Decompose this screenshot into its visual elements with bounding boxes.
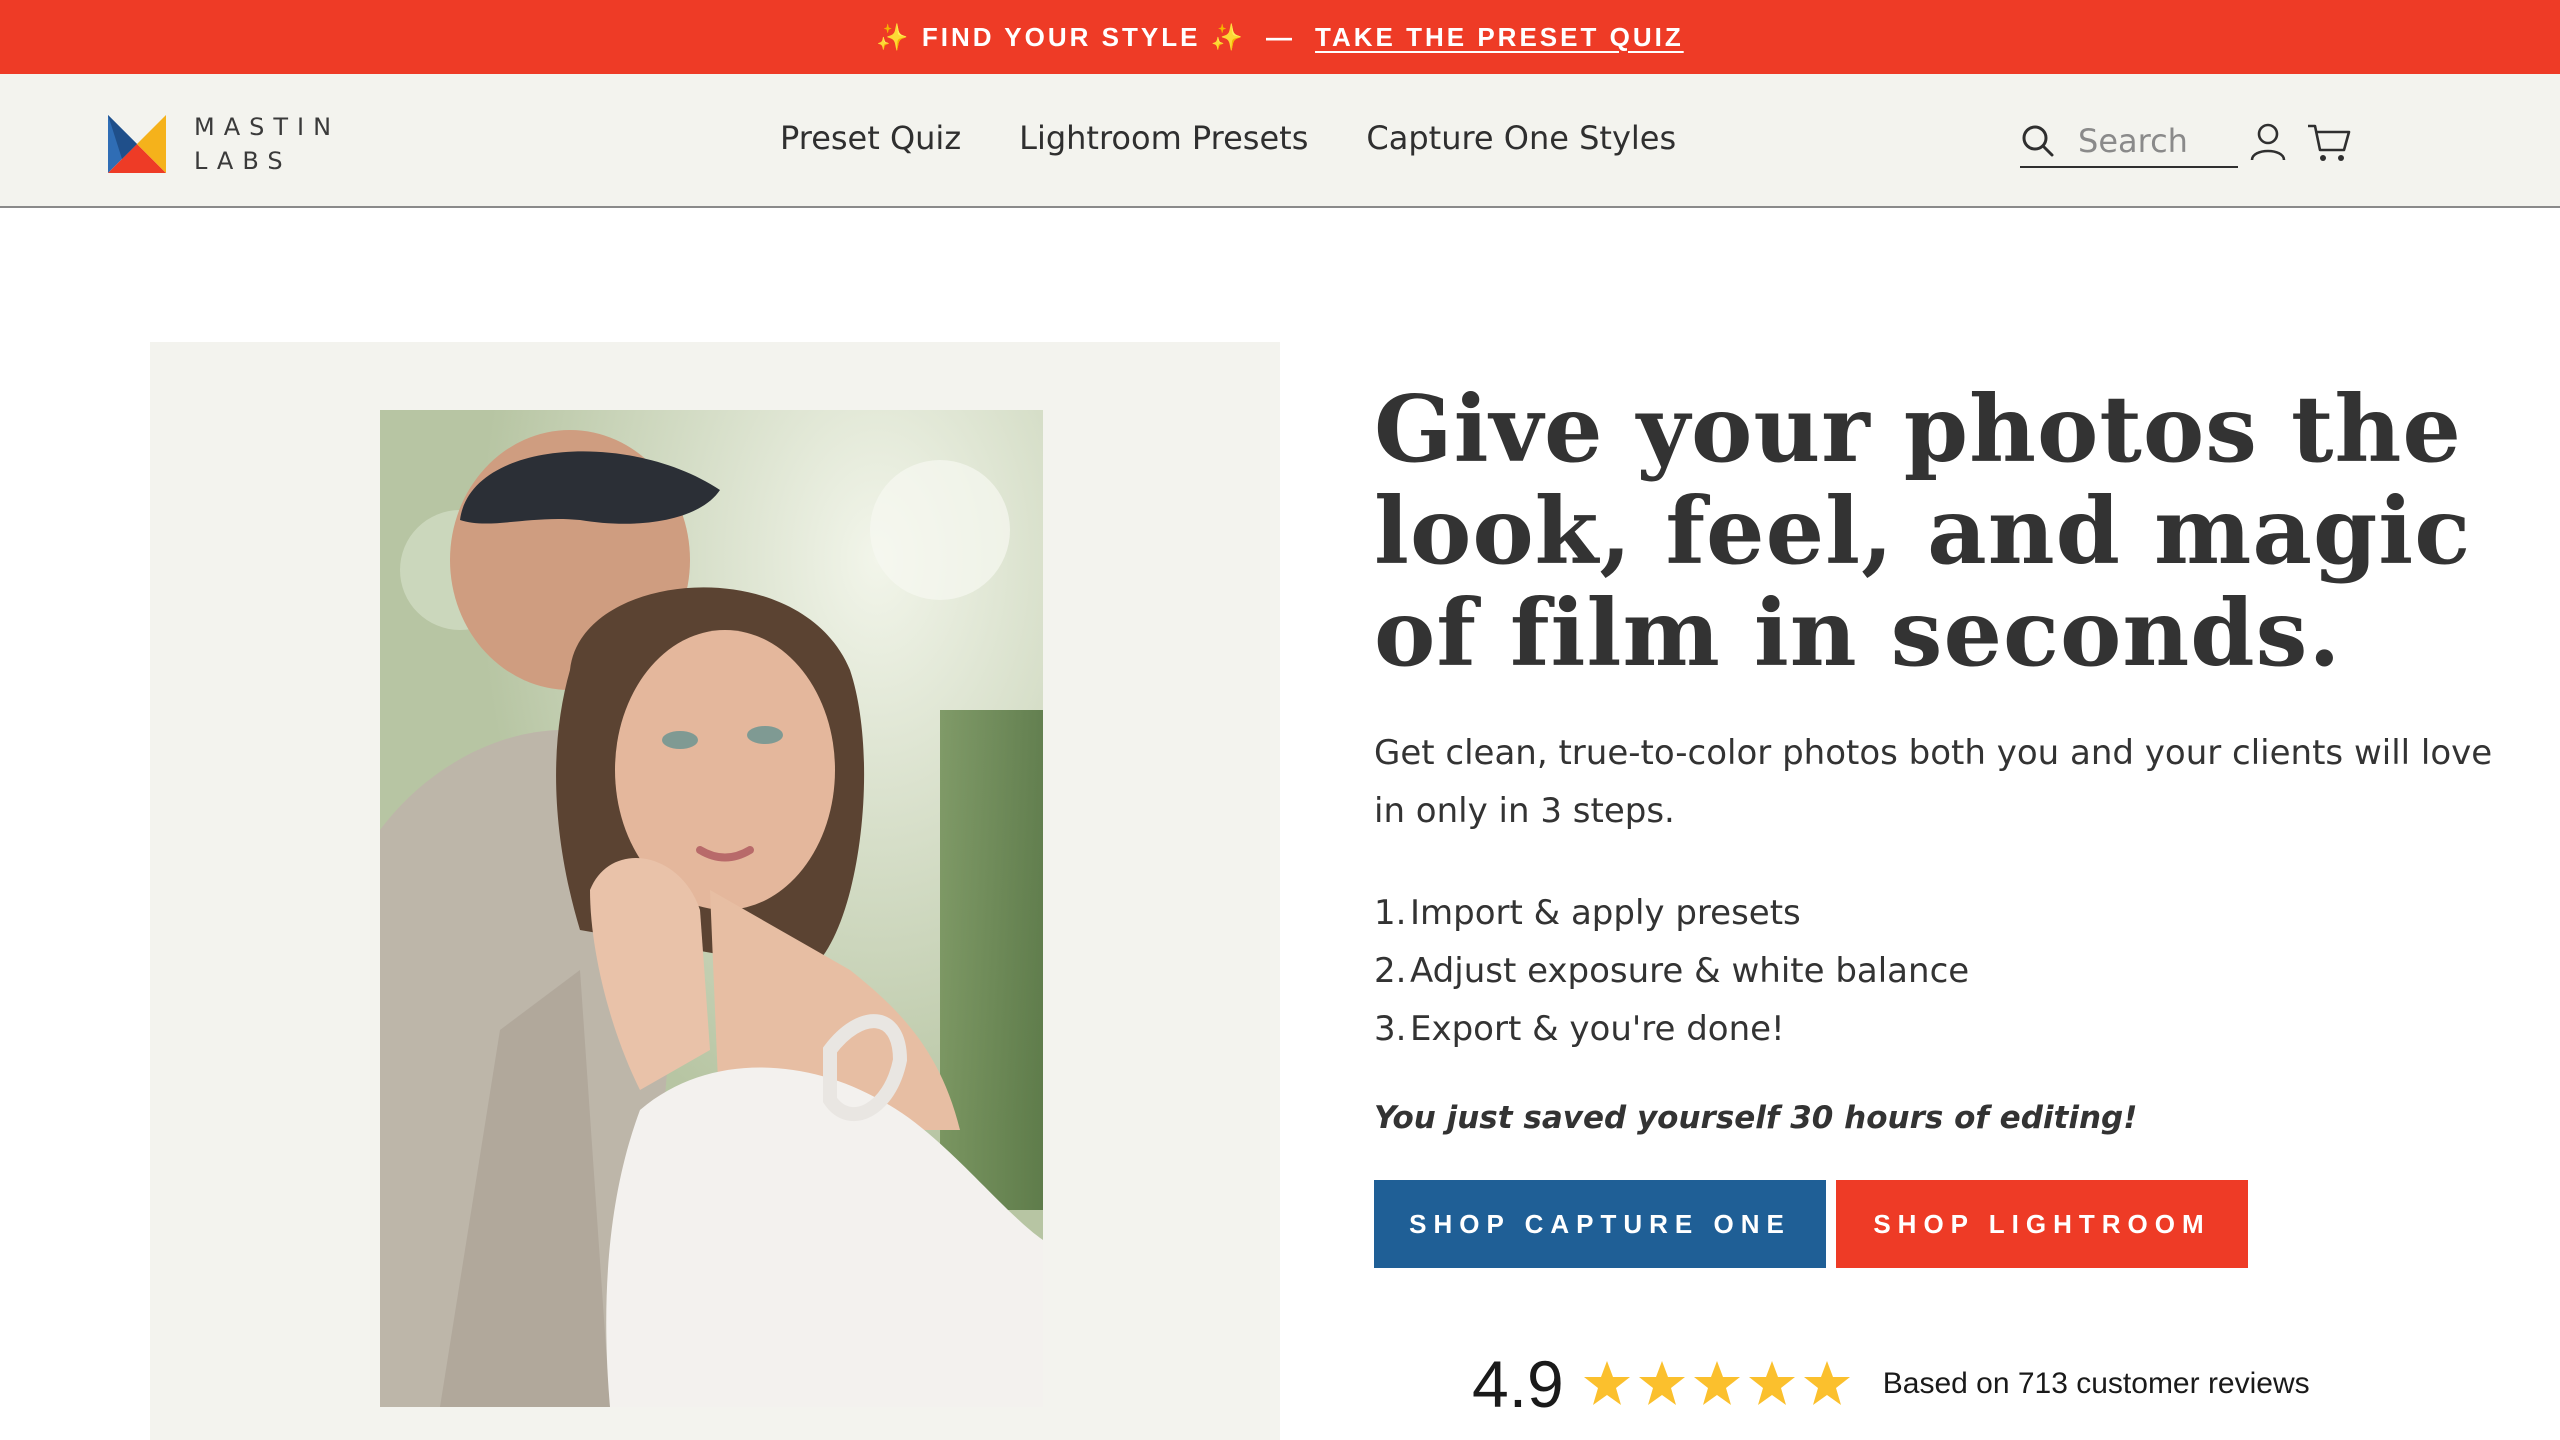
search-box[interactable] [2020, 116, 2238, 168]
cart-icon[interactable] [2306, 120, 2352, 164]
time-saved-note: You just saved yourself 30 hours of edit… [1374, 1100, 2138, 1136]
step-number: 1. [1374, 893, 1407, 933]
star-icon [1583, 1361, 1630, 1405]
search-input[interactable] [2078, 122, 2228, 160]
step-item: 3. Export & you're done! [1374, 1000, 2494, 1058]
mastin-labs-logo-icon [108, 115, 166, 173]
announcement-text: ✨ FIND YOUR STYLE ✨ [876, 21, 1247, 52]
announcement-bar: ✨ FIND YOUR STYLE ✨ — TAKE THE PRESET QU… [0, 0, 2560, 74]
review-count-text[interactable]: Based on 713 customer reviews [1883, 1367, 2310, 1401]
logo-line-1: MASTIN [194, 113, 341, 141]
star-icon [1748, 1361, 1795, 1405]
user-icon[interactable] [2246, 120, 2290, 164]
nav-lightroom-presets[interactable]: Lightroom Presets [1019, 119, 1308, 157]
step-text: Export & you're done! [1410, 1009, 1785, 1049]
steps-list: 1. Import & apply presets 2. Adjust exposu… [1374, 884, 2494, 1058]
hero-content: Give your photos the look, feel, and mag… [1374, 378, 2494, 1268]
couple-photo-illustration [380, 410, 1043, 1407]
step-number: 3. [1374, 1009, 1407, 1049]
hero-media-panel [150, 342, 1280, 1440]
nav-preset-quiz[interactable]: Preset Quiz [780, 119, 961, 157]
cta-buttons: SHOP CAPTURE ONE SHOP LIGHTROOM [1374, 1180, 2494, 1268]
star-icon [1803, 1361, 1850, 1405]
star-icon [1638, 1361, 1685, 1405]
shop-capture-one-button[interactable]: SHOP CAPTURE ONE [1374, 1180, 1826, 1268]
search-icon[interactable] [2020, 123, 2056, 159]
announcement-separator: — [1266, 21, 1296, 52]
rating-score: 4.9 [1472, 1347, 1564, 1421]
review-rating[interactable]: 4.9 Based on 713 customer reviews [1472, 1346, 2310, 1422]
hero-subtitle: Get clean, true-to-color photos both you… [1374, 733, 2493, 831]
step-text: Adjust exposure & white balance [1410, 951, 1970, 991]
step-number: 2. [1374, 951, 1407, 991]
main-nav: Preset Quiz Lightroom Presets Capture On… [780, 119, 1734, 157]
logo[interactable]: MASTIN LABS [108, 110, 340, 178]
hero-title: Give your photos the look, feel, and mag… [1374, 375, 2472, 687]
shop-lightroom-button[interactable]: SHOP LIGHTROOM [1836, 1180, 2248, 1268]
step-text: Import & apply presets [1410, 893, 1801, 933]
step-item: 1. Import & apply presets [1374, 884, 2494, 942]
hero-photo [380, 410, 1043, 1407]
site-header: MASTIN LABS Preset Quiz Lightroom Preset… [0, 74, 2560, 208]
nav-capture-one-styles[interactable]: Capture One Styles [1366, 119, 1676, 157]
preset-quiz-link[interactable]: TAKE THE PRESET QUIZ [1315, 22, 1684, 53]
logo-text: MASTIN LABS [194, 110, 340, 178]
logo-line-2: LABS [194, 147, 292, 175]
star-icon [1693, 1361, 1740, 1405]
rating-stars [1582, 1359, 1857, 1409]
step-item: 2. Adjust exposure & white balance [1374, 942, 2494, 1000]
